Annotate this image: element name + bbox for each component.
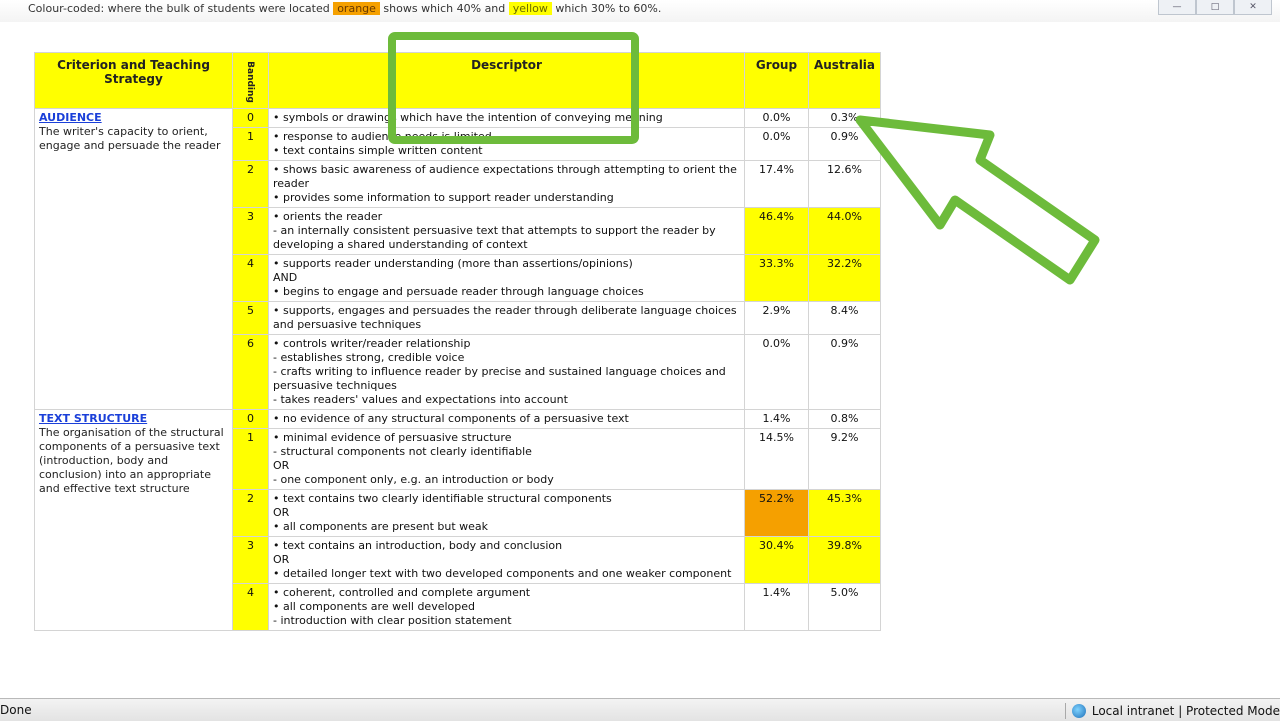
score-cell: 0 — [232, 409, 269, 429]
criterion-header: Criterion and Teaching Strategy — [34, 52, 233, 109]
restore-icon[interactable]: □ — [1196, 0, 1234, 15]
criterion-cell: AUDIENCE The writer's capacity to orient,… — [34, 108, 233, 410]
window-controls: — □ ✕ — [1158, 0, 1272, 15]
descriptor-cell: • symbols or drawings which have the int… — [268, 108, 745, 128]
legend-text-before: Colour-coded: where the bulk of students… — [28, 2, 330, 15]
descriptor-cell: • text contains two clearly identifiable… — [268, 489, 745, 537]
rubric-table: Criterion and Teaching Strategy Banding … — [34, 52, 881, 631]
score-cell: 2 — [232, 160, 269, 208]
australia-percent-cell: 45.3% — [808, 489, 881, 537]
legend-text: Colour-coded: where the bulk of students… — [28, 2, 661, 15]
descriptor-cell: • text contains an introduction, body an… — [268, 536, 745, 584]
australia-percent-cell: 0.8% — [808, 409, 881, 429]
group-percent-cell: 0.0% — [744, 334, 809, 410]
descriptor-header: Descriptor — [268, 52, 745, 109]
australia-percent-cell: 0.9% — [808, 334, 881, 410]
score-cell: 4 — [232, 254, 269, 302]
pointer-arrow-icon — [855, 115, 1100, 285]
rubric-body: AUDIENCE The writer's capacity to orient,… — [34, 108, 881, 631]
australia-header: Australia — [808, 52, 881, 109]
criterion-link[interactable]: AUDIENCE — [39, 111, 228, 125]
score-cell: 1 — [232, 127, 269, 161]
group-percent-cell: 0.0% — [744, 108, 809, 128]
australia-percent-cell: 39.8% — [808, 536, 881, 584]
rating-header-label: Banding — [245, 61, 255, 103]
minimize-icon[interactable]: — — [1158, 0, 1196, 15]
legend-yellow-label: yellow — [508, 2, 552, 15]
descriptor-cell: • response to audience needs is limited … — [268, 127, 745, 161]
group-header: Group — [744, 52, 809, 109]
legend-orange-label: orange — [333, 2, 380, 15]
status-bar: Done Local intranet | Protected Mode — [0, 698, 1280, 721]
group-percent-cell: 2.9% — [744, 301, 809, 335]
group-percent-cell: 46.4% — [744, 207, 809, 255]
group-percent-cell: 17.4% — [744, 160, 809, 208]
descriptor-cell: • coherent, controlled and complete argu… — [268, 583, 745, 631]
descriptor-cell: • orients the reader - an internally con… — [268, 207, 745, 255]
close-icon[interactable]: ✕ — [1234, 0, 1272, 15]
score-cell: 2 — [232, 489, 269, 537]
legend-text-end: which 30% to 60%. — [555, 2, 662, 15]
rubric-row: TEXT STRUCTURE The organisation of the st… — [34, 409, 881, 631]
zone-label: Local intranet | Protected Mode — [1091, 704, 1280, 718]
australia-percent-cell: 5.0% — [808, 583, 881, 631]
globe-icon — [1071, 704, 1086, 718]
score-cell: 3 — [232, 536, 269, 584]
status-text: Done — [0, 703, 32, 717]
score-cell: 3 — [232, 207, 269, 255]
descriptor-cell: • supports reader understanding (more th… — [268, 254, 745, 302]
australia-percent-cell: 12.6% — [808, 160, 881, 208]
descriptor-cell: • supports, engages and persuades the re… — [268, 301, 745, 335]
australia-percent-cell: 0.3% — [808, 108, 881, 128]
group-percent-cell: 30.4% — [744, 536, 809, 584]
australia-percent-cell: 8.4% — [808, 301, 881, 335]
criterion-description: The organisation of the structural compo… — [39, 426, 224, 495]
score-cell: 1 — [232, 428, 269, 490]
criterion-description: The writer's capacity to orient, engage … — [39, 125, 221, 152]
rating-header: Banding — [232, 52, 269, 109]
score-cell: 5 — [232, 301, 269, 335]
score-cell: 4 — [232, 583, 269, 631]
australia-percent-cell: 44.0% — [808, 207, 881, 255]
australia-percent-cell: 32.2% — [808, 254, 881, 302]
group-percent-cell: 52.2% — [744, 489, 809, 537]
descriptor-cell: • controls writer/reader relationship - … — [268, 334, 745, 410]
score-cell: 0 — [232, 108, 269, 128]
descriptor-cell: • minimal evidence of persuasive structu… — [268, 428, 745, 490]
criterion-cell: TEXT STRUCTURE The organisation of the st… — [34, 409, 233, 631]
status-divider — [1064, 703, 1066, 719]
legend-strip: Colour-coded: where the bulk of students… — [0, 0, 1280, 22]
group-percent-cell: 0.0% — [744, 127, 809, 161]
group-percent-cell: 33.3% — [744, 254, 809, 302]
legend-text-mid: shows which 40% and — [383, 2, 506, 15]
criterion-link[interactable]: TEXT STRUCTURE — [39, 412, 228, 426]
security-zone[interactable]: Local intranet | Protected Mode — [1064, 703, 1280, 719]
score-cell: 6 — [232, 334, 269, 410]
group-percent-cell: 14.5% — [744, 428, 809, 490]
descriptor-cell: • shows basic awareness of audience expe… — [268, 160, 745, 208]
australia-percent-cell: 9.2% — [808, 428, 881, 490]
group-percent-cell: 1.4% — [744, 409, 809, 429]
australia-percent-cell: 0.9% — [808, 127, 881, 161]
group-percent-cell: 1.4% — [744, 583, 809, 631]
header-row: Criterion and Teaching Strategy Banding … — [34, 52, 881, 109]
descriptor-cell: • no evidence of any structural componen… — [268, 409, 745, 429]
rubric-row: AUDIENCE The writer's capacity to orient,… — [34, 108, 881, 410]
